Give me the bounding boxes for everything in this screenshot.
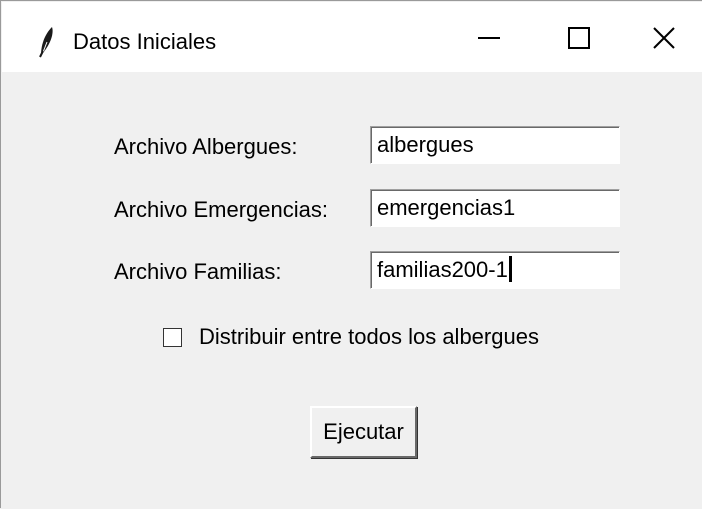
- emergencias-file-input[interactable]: emergencias1: [370, 189, 620, 227]
- minimize-icon: [478, 37, 500, 39]
- emergencias-label: Archivo Emergencias:: [114, 197, 328, 222]
- window-title: Datos Iniciales: [73, 29, 217, 54]
- title-bar[interactable]: Datos Iniciales: [2, 2, 702, 72]
- close-button[interactable]: [623, 3, 702, 73]
- close-icon: [652, 27, 675, 49]
- maximize-button[interactable]: [533, 3, 625, 73]
- dialog-window: Datos Iniciales Archivo Albergues: alber…: [0, 0, 702, 509]
- familias-file-value: familias200-1: [377, 257, 508, 282]
- minimize-button[interactable]: [443, 3, 535, 73]
- run-button[interactable]: Ejecutar: [310, 406, 417, 458]
- distribute-checkbox-label[interactable]: Distribuir entre todos los albergues: [199, 324, 539, 350]
- distribute-checkbox[interactable]: [163, 327, 182, 347]
- distribute-checkbox-row[interactable]: Distribuir entre todos los albergues: [163, 323, 539, 351]
- text-cursor: [508, 256, 512, 282]
- tk-feather-icon: [32, 24, 60, 58]
- familias-label: Archivo Familias:: [114, 259, 282, 284]
- albergues-label: Archivo Albergues:: [114, 134, 298, 159]
- familias-file-input[interactable]: familias200-1: [370, 251, 620, 289]
- maximize-icon: [568, 27, 590, 49]
- albergues-file-input[interactable]: albergues: [370, 126, 620, 164]
